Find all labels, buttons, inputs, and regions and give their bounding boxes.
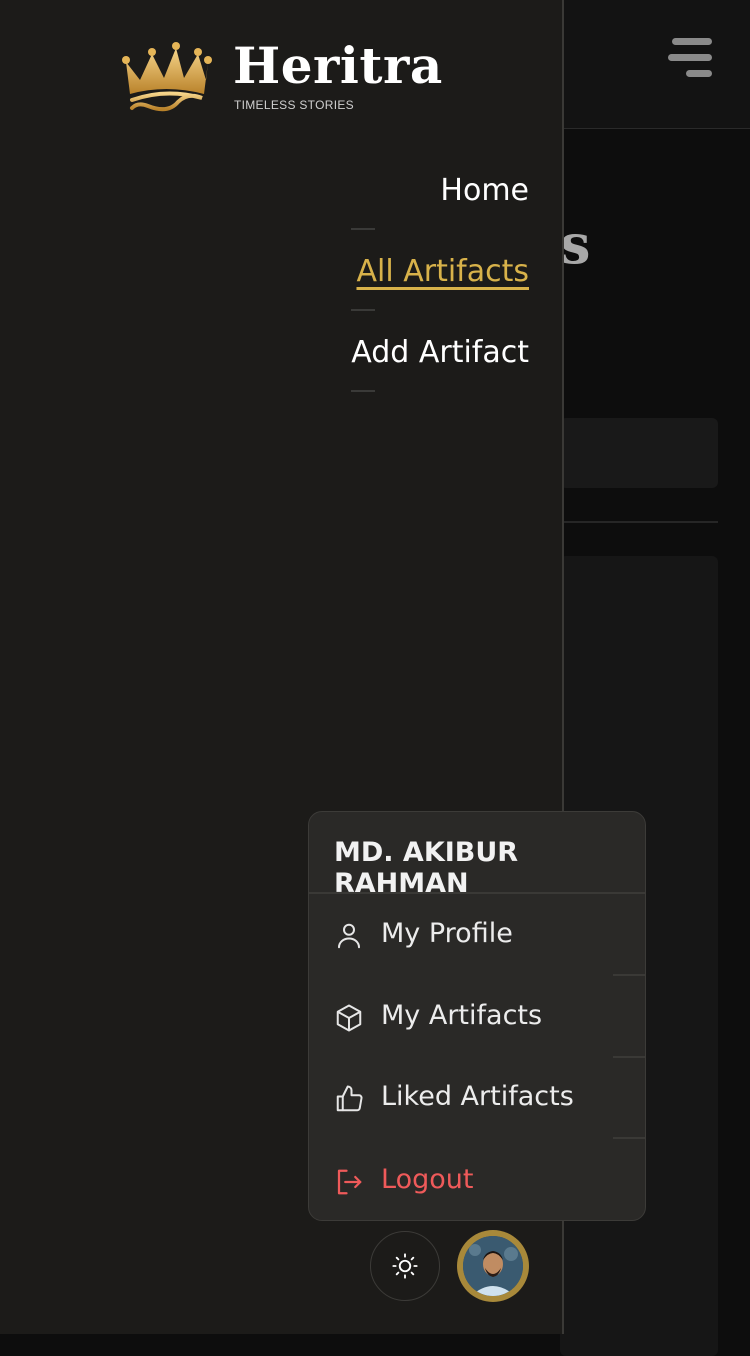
brand-logo[interactable]: Heritra TIMELESS STORIES xyxy=(118,36,448,120)
menu-item-label: Liked Artifacts xyxy=(381,1081,574,1112)
user-icon xyxy=(338,923,360,949)
divider xyxy=(613,1056,645,1058)
brand-name: Heritra xyxy=(233,36,443,95)
nav-divider xyxy=(351,309,376,311)
nav-menu: Home All Artifacts Add Artifact xyxy=(351,168,529,411)
nav-item-label: Add Artifact xyxy=(351,335,529,370)
divider xyxy=(560,521,718,523)
box-icon xyxy=(336,1004,362,1032)
nav-item-label: Home xyxy=(440,173,529,208)
avatar-image xyxy=(463,1236,523,1296)
menu-icon[interactable] xyxy=(668,38,712,78)
divider xyxy=(309,892,645,894)
avatar[interactable] xyxy=(457,1230,529,1302)
nav-item-label: All Artifacts xyxy=(356,254,529,289)
page-heading: s xyxy=(560,212,591,276)
menu-item-my-artifacts[interactable]: My Artifacts xyxy=(309,978,645,1058)
menu-item-label: My Artifacts xyxy=(381,1000,543,1031)
menu-item-label: Logout xyxy=(381,1164,474,1195)
theme-toggle-button[interactable] xyxy=(370,1231,440,1301)
crown-icon xyxy=(122,42,212,112)
menu-item-liked-artifacts[interactable]: Liked Artifacts xyxy=(309,1059,645,1139)
sun-icon xyxy=(392,1253,418,1279)
menu-item-logout[interactable]: Logout xyxy=(309,1142,645,1220)
nav-divider xyxy=(351,228,376,230)
divider xyxy=(613,1137,645,1139)
menu-item-my-profile[interactable]: My Profile xyxy=(309,896,645,976)
brand-tagline: TIMELESS STORIES xyxy=(234,98,354,112)
user-menu: MD. AKIBUR RAHMAN My Profile My Artifact… xyxy=(308,811,646,1221)
nav-divider xyxy=(351,390,376,392)
nav-item-all-artifacts[interactable]: All Artifacts xyxy=(351,249,529,330)
logout-icon xyxy=(337,1169,362,1195)
nav-item-home[interactable]: Home xyxy=(351,168,529,249)
thumbs-up-icon xyxy=(336,1085,363,1112)
search-bar[interactable] xyxy=(560,418,718,488)
divider xyxy=(613,974,645,976)
nav-item-add-artifact[interactable]: Add Artifact xyxy=(351,330,529,411)
user-name: MD. AKIBUR RAHMAN xyxy=(334,837,519,899)
menu-item-label: My Profile xyxy=(381,918,513,949)
